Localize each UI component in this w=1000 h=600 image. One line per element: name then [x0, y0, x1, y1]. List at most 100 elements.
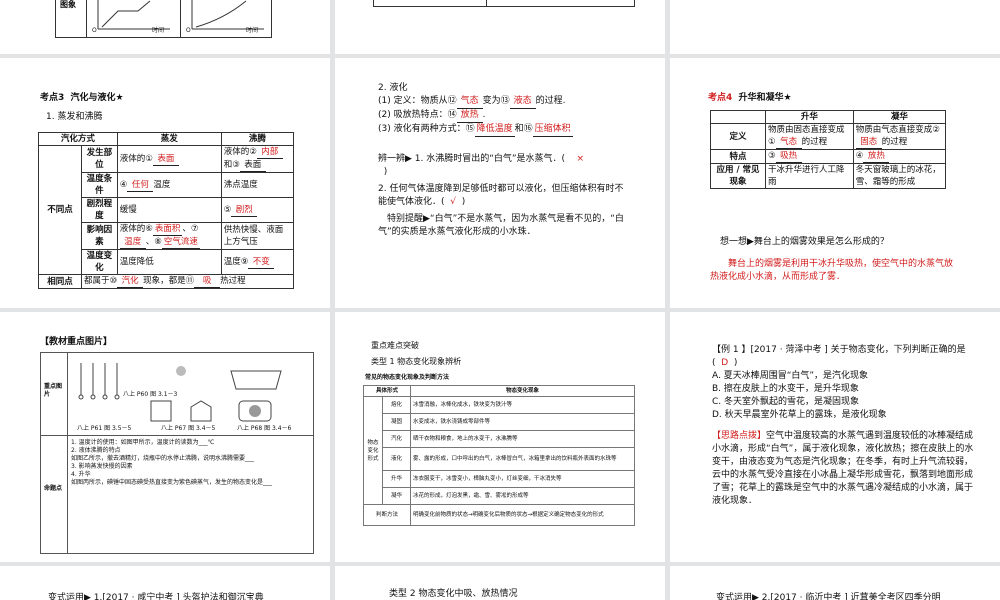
h2: 物态变化现象 [409, 385, 636, 397]
dep-def: 物质由气态直接变成②固态 的过程 [852, 123, 947, 150]
answer: 吸 [194, 275, 221, 288]
title: 【教材重点图片】 [40, 337, 113, 347]
answer: √ [450, 197, 456, 207]
option: B. 擦在皮肤上的水变干，是升华现象 [712, 384, 859, 394]
slide-evaporation-boiling: 考点3 汽化与液化★ 1. 蒸发和沸腾 汽化方式 蒸发 沸腾 不同点 发生部位 … [0, 58, 330, 308]
row-label: 剧烈程度 [81, 197, 118, 223]
row-key: 液化 [382, 447, 411, 471]
heading-num: 考点3 [40, 93, 65, 103]
divider [67, 435, 313, 436]
title: 2. 液化 [378, 83, 408, 93]
example-text: 【例 1 】[2017 · 菏泽中考 ] 关于物态变化，下列判断正确的是 ( D… [712, 344, 974, 508]
row-val: 冰花的形成，灯泡发黑，霜、雪、雾凇的形成等 [409, 487, 636, 505]
slide-key-points: 重点难点突破 类型 1 物态变化现象辨析 常见的物态变化现象及判断方法 具体形式… [335, 312, 665, 562]
option: D. 秋天早晨室外花草上的露珠，是液化现象 [712, 410, 887, 420]
note: 如图丙所示，碘锤中固态碘受热直接变为紫色碘蒸气，发生的物态变化是___ [71, 479, 273, 486]
row-label: 应用 / 常见现象 [710, 163, 766, 189]
judge-1: 辨一辨▶ 1. 水沸腾时冒出的“白气”是水蒸气．( × ) [378, 154, 585, 177]
note: 2. 液体沸腾的特点 [71, 447, 121, 454]
note: 1. 温度计的使用：如图甲所示，温度计的读数为___℃ [71, 439, 215, 446]
row-label: 特点 [710, 149, 766, 164]
row1-label: 重点图片 [44, 383, 63, 398]
row-label: 发生部位 [81, 145, 118, 173]
slide-sublimation: 考点4 升华和凝华★ 升华 凝华 定义 物质由固态直接变成① 气态 的过程 物质由气… [670, 58, 1000, 308]
row-val: 冰雪消融，冰棒化成水，铁块变为铁汁等 [409, 396, 636, 414]
h-dep: 凝华 [852, 110, 947, 124]
answer-line: ( D ) [712, 358, 738, 368]
answer: 表面积 [152, 224, 183, 236]
slide-bottom-right: 变式运用▶ 2.[2017 · 临沂中考 ] 近茸美全考区四季分明 [670, 566, 1000, 600]
graph-table: 图象 O 时间 O 时间 [55, 0, 272, 38]
sub-def: 物质由固态直接变成① 气态 的过程 [765, 123, 854, 150]
row-val: 晒干衣物和粮食，地上的水变干，水沸腾等 [409, 430, 636, 448]
boil-cell: 液体的② 内部和③ 表面 [220, 145, 295, 173]
boil-cell: 供热快慢、液面上方气压 [220, 222, 295, 250]
evap-boil-table: 汽化方式 蒸发 沸腾 不同点 发生部位 液体的① 表面 液体的② 内部和③ 表面 温度… [38, 132, 295, 289]
answer: 汽化 [117, 275, 144, 288]
answer: 不变 [248, 256, 275, 269]
row-val: 雾、露的形成，口中呼出的白气，冰棒冒白气，冰箱里拿出的饮料瓶外表面的水珠等 [409, 447, 636, 471]
sub-feat: ③ 吸热 [765, 149, 854, 164]
divider [180, 0, 181, 37]
h-blank [710, 110, 766, 124]
answer: 压缩体积 [532, 123, 573, 137]
slide-bottom-middle: 类型 2 物态变化中吸、放热情况 [335, 566, 665, 600]
answer: 任何 [127, 179, 154, 192]
answer: 温度 [119, 236, 146, 249]
dep-feat: ④ 放热 [852, 149, 947, 164]
sublimation-table: 升华 凝华 定义 物质由固态直接变成① 气态 的过程 物质由气态直接变成②固态 的过程… [710, 110, 947, 189]
answer: 吸热 [775, 150, 802, 163]
fig-caption: 八上 P60 图 3.1－3 [123, 391, 178, 398]
type-2-title: 类型 2 物态变化中吸、放热情况 [389, 589, 518, 599]
answer: 放热 [456, 109, 483, 123]
heading-title: 汽化与液化★ [70, 93, 124, 103]
slide-liquefaction: 2. 液化 (1) 定义：物质从⑫ 气态 变为⑬ 液态 的过程. (2) 吸放热特点：⑭… [335, 58, 665, 308]
think-question: 想一想▶舞台上的烟雾效果是怎么形成的？ [720, 237, 889, 247]
evap-cell: ④ 任何 温度 [116, 172, 222, 198]
judge-2: 2. 任何气体温度降到足够低时都可以液化，但压缩体积有时不能使气体液化．( √ … [378, 184, 624, 207]
boil-cell: 沸点温度 [220, 172, 295, 198]
proposition-notes: 1. 温度计的使用：如图甲所示，温度计的读数为___℃ 2. 液体沸腾的特点 如… [71, 439, 309, 487]
hint-label: 【思路点拨】 [712, 431, 767, 441]
textbook-figures [78, 363, 282, 422]
note: 3. 影响蒸发快慢的因素 [71, 463, 133, 470]
slide-bottom-left: 变式运用▶ 1.[2017 · 咸宁中考 ] 头盔护法和御沉宝典 [0, 566, 330, 600]
answer: 液态 [509, 95, 536, 109]
hint: 【思路点拨】空气中温度较高的水蒸气遇到温度较低的冰棒凝结成小水滴，形成“白气”，… [712, 431, 974, 506]
note: 如图乙所示，撤去酒精灯，烧瓶中的水停止沸腾，说明水沸腾需要___ [71, 455, 255, 462]
evap-cell: 液体的⑥ 表面积 、⑦温度 、⑧ 空气流速 [116, 222, 222, 250]
slide-textbook-pictures: 【教材重点图片】 重点图片 命题点 八上 P60 图 3.1－3 八上 P61 … [0, 312, 330, 562]
line-heat: (2) 吸放热特点：⑭ 放热. [378, 109, 628, 123]
row2-label: 命题点 [44, 485, 63, 492]
option: C. 冬天室外飘起的雪花，是凝固现象 [712, 397, 860, 407]
sub-app: 干冰升华进行人工降雨 [765, 163, 854, 189]
question: 【例 1 】[2017 · 菏泽中考 ] 关于物态变化，下列判断正确的是 [712, 345, 966, 355]
answer: 剧烈 [231, 204, 258, 217]
heading: 考点3 汽化与液化★ [40, 92, 124, 105]
row-label: 影响因素 [81, 222, 118, 250]
line-definition: (1) 定义：物质从⑫ 气态 变为⑬ 液态 的过程. [378, 95, 628, 109]
slide-top-right [670, 0, 1000, 54]
boil-cell: 温度⑨ 不变 [220, 249, 295, 275]
phenomena-table: 具体形式 物态变化现象 物态变化形式 熔化 冰雪消融，冰棒化成水，铁块变为铁汁等… [363, 385, 636, 526]
row-label: 温度条件 [81, 172, 118, 198]
fig-caption: 八上 P67 图 3.4－5 [161, 425, 216, 432]
group-label: 物态变化形式 [363, 396, 383, 505]
line-methods: (3) 液化有两种方式：⑮ 降低温度 和⑯ 压缩体积 [378, 123, 628, 137]
same-cell: 都属于⑩ 汽化 现象，都是⑪ 吸热过程 [81, 274, 294, 289]
answer: 气态 [456, 95, 483, 109]
divider [41, 435, 67, 436]
h1: 具体形式 [363, 385, 411, 397]
origin-label: O [92, 27, 97, 34]
table-fragment [373, 0, 635, 7]
row-label: 定义 [710, 123, 766, 150]
evap-cell: 液体的① 表面 [116, 145, 222, 173]
variant-text: 变式运用▶ 2.[2017 · 临沂中考 ] 近茸美全考区四季分明 [716, 593, 941, 600]
diff-label: 不同点 [38, 145, 82, 275]
answer: 固态 [855, 136, 882, 149]
axis-label: 时间 [246, 27, 259, 34]
heading: 考点4 升华和凝华★ [708, 92, 792, 105]
divider [486, 0, 487, 6]
fig-caption: 八上 P68 图 3.4－6 [237, 425, 292, 432]
heading-num: 考点4 [708, 93, 733, 103]
